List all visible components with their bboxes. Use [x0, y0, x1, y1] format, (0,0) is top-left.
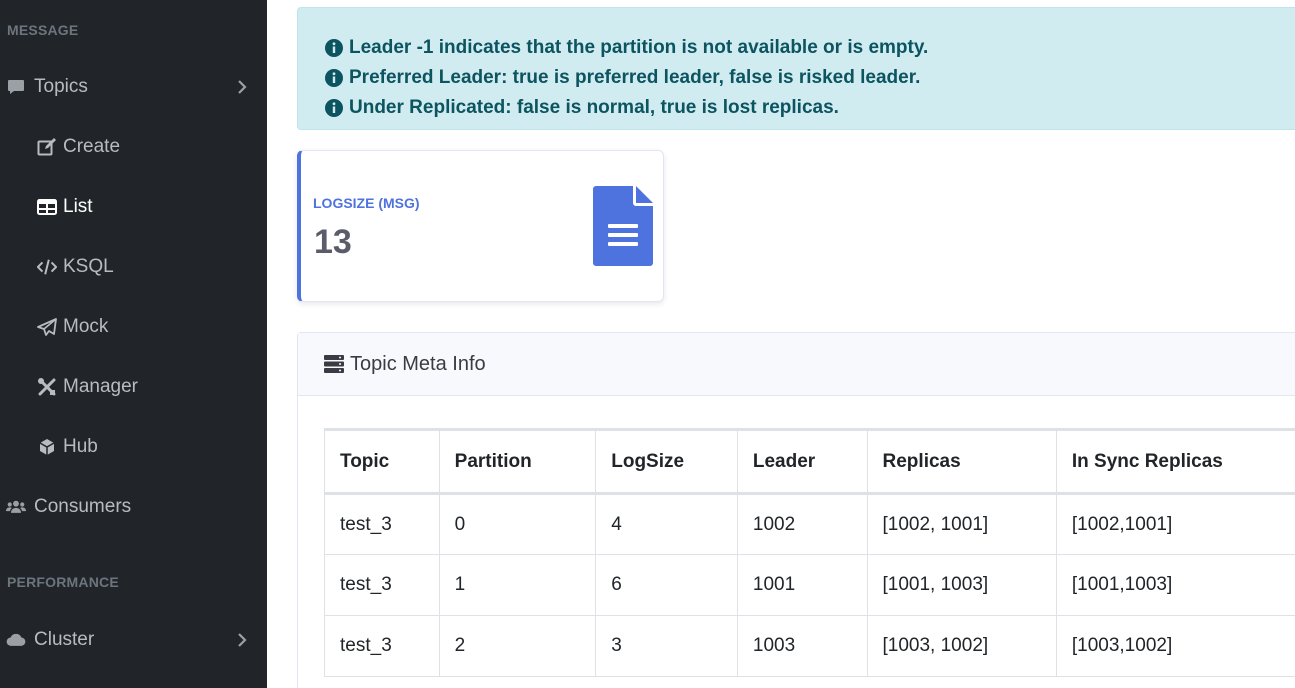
sidebar: MESSAGE Topics Create List KSQL Mock Man…: [0, 0, 267, 688]
sidebar-item-manager[interactable]: Manager: [0, 367, 267, 407]
cell-replicas: [1002, 1001]: [866, 493, 1057, 555]
sidebar-item-label: Mock: [63, 316, 109, 337]
sidebar-item-hub[interactable]: Hub: [0, 427, 267, 467]
cell-leader: 1001: [736, 554, 868, 616]
column-header[interactable]: LogSize: [595, 428, 738, 495]
alert-text: Preferred Leader: true is preferred lead…: [349, 67, 921, 88]
alert-text: Leader -1 indicates that the partition i…: [349, 37, 929, 58]
panel-title: Topic Meta Info: [350, 352, 486, 375]
tools-icon: [37, 377, 57, 397]
alert-line: Under Replicated: false is normal, true …: [325, 96, 839, 120]
sidebar-item-label: Consumers: [34, 496, 132, 517]
users-icon: [6, 497, 26, 517]
cell-topic: test_3: [324, 615, 440, 677]
alert-line: Leader -1 indicates that the partition i…: [325, 36, 928, 60]
cell-isr: [1003,1002]: [1055, 615, 1295, 677]
table-row: test_3 1 6 1001 [1001, 1003] [1001,1003]: [324, 554, 1295, 616]
sidebar-item-label: Cluster: [34, 629, 95, 650]
sidebar-item-create[interactable]: Create: [0, 127, 267, 167]
cell-isr: [1001,1003]: [1055, 554, 1295, 616]
paper-plane-icon: [37, 317, 57, 337]
sidebar-heading-performance: PERFORMANCE: [7, 574, 119, 590]
topic-meta-table: Topic Partition LogSize Leader Replicas …: [324, 428, 1295, 677]
info-circle-icon: [325, 69, 343, 87]
sidebar-item-consumers[interactable]: Consumers: [0, 487, 267, 527]
table-row: test_3 2 3 1003 [1003, 1002] [1003,1002]: [324, 615, 1295, 677]
cell-logsize: 6: [595, 554, 738, 616]
cloud-icon: [6, 630, 26, 650]
cell-replicas: [1001, 1003]: [866, 554, 1057, 616]
sidebar-heading-message: MESSAGE: [7, 22, 79, 38]
column-header[interactable]: Leader: [736, 428, 868, 495]
column-header[interactable]: Topic: [324, 428, 440, 495]
info-circle-icon: [325, 99, 343, 117]
info-alert: Leader -1 indicates that the partition i…: [297, 7, 1295, 130]
cell-partition: 0: [438, 493, 597, 555]
column-header[interactable]: Replicas: [866, 428, 1057, 495]
cell-topic: test_3: [324, 493, 440, 555]
cell-partition: 2: [438, 615, 597, 677]
cell-partition: 1: [438, 554, 597, 616]
cell-topic: test_3: [324, 554, 440, 616]
alert-line: Preferred Leader: true is preferred lead…: [325, 66, 920, 90]
column-header[interactable]: Partition: [438, 428, 597, 495]
cell-leader: 1003: [736, 615, 868, 677]
card-label: LOGSIZE (MSG): [313, 195, 420, 211]
table-row: test_3 0 4 1002 [1002, 1001] [1002,1001]: [324, 493, 1295, 555]
chevron-right-icon: [238, 80, 247, 94]
column-header[interactable]: In Sync Replicas: [1055, 428, 1295, 495]
cell-logsize: 3: [595, 615, 738, 677]
panel-header: Topic Meta Info: [298, 333, 1295, 396]
cell-replicas: [1003, 1002]: [866, 615, 1057, 677]
cell-isr: [1002,1001]: [1055, 493, 1295, 555]
chevron-right-icon: [238, 633, 247, 647]
alert-text: Under Replicated: false is normal, true …: [349, 97, 839, 118]
sidebar-item-cluster[interactable]: Cluster: [0, 620, 267, 660]
sidebar-item-label: Create: [63, 136, 121, 157]
sidebar-item-label: KSQL: [63, 256, 114, 277]
code-icon: [37, 257, 57, 277]
sidebar-item-ksql[interactable]: KSQL: [0, 247, 267, 287]
server-icon: [324, 355, 344, 373]
sidebar-item-label: List: [63, 196, 93, 217]
cell-logsize: 4: [595, 493, 738, 555]
sidebar-item-label: Topics: [34, 76, 88, 97]
logsize-card: LOGSIZE (MSG) 13: [297, 150, 664, 302]
sidebar-item-topics[interactable]: Topics: [0, 67, 267, 107]
sidebar-item-mock[interactable]: Mock: [0, 307, 267, 347]
topic-meta-panel: Topic Meta Info Topic Partition LogSize …: [297, 332, 1295, 688]
sidebar-item-list[interactable]: List: [0, 187, 267, 227]
sidebar-item-label: Hub: [63, 436, 98, 457]
card-value: 13: [314, 223, 352, 261]
table-icon: [37, 197, 57, 217]
edit-icon: [37, 137, 57, 157]
cube-icon: [37, 437, 57, 457]
info-circle-icon: [325, 39, 343, 57]
cell-leader: 1002: [736, 493, 868, 555]
sidebar-item-label: Manager: [63, 376, 138, 397]
file-alt-icon: [593, 186, 653, 266]
comment-icon: [6, 77, 26, 97]
table-header-row: Topic Partition LogSize Leader Replicas …: [324, 428, 1295, 495]
